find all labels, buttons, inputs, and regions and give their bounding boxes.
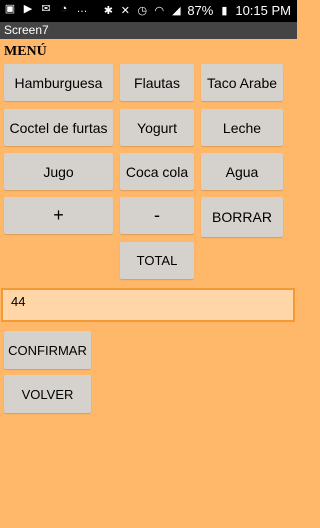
taco-arabe-button[interactable]: Taco Arabe bbox=[201, 64, 283, 101]
menu-label: MENÚ bbox=[4, 44, 47, 59]
signal-icon: ◢ bbox=[172, 4, 181, 17]
minus-button[interactable]: - bbox=[120, 197, 194, 234]
yogurt-button[interactable]: Yogurt bbox=[120, 109, 194, 146]
jugo-button[interactable]: Jugo bbox=[4, 153, 113, 190]
mute-icon: ✕ bbox=[120, 4, 130, 17]
coca-cola-button[interactable]: Coca cola bbox=[120, 153, 194, 190]
plus-button[interactable]: + bbox=[4, 197, 113, 234]
message-icon: ✉ bbox=[41, 3, 51, 15]
app-title-bar: Screen7 bbox=[0, 22, 297, 39]
agua-button[interactable]: Agua bbox=[201, 153, 283, 190]
status-bar: ▣ ▶ ✉ ◔ … ✱ ✕ ◷ ◠ ◢ 87% ▮ 10:15 PM bbox=[0, 0, 297, 22]
confirmar-button[interactable]: CONFIRMAR bbox=[4, 331, 91, 369]
battery-percent: 87% bbox=[187, 3, 214, 18]
clock: 10:15 PM bbox=[235, 3, 291, 18]
leche-button[interactable]: Leche bbox=[201, 109, 283, 146]
battery-icon: ▮ bbox=[221, 4, 228, 17]
coctel-button[interactable]: Coctel de furtas bbox=[4, 109, 113, 146]
flautas-button[interactable]: Flautas bbox=[120, 64, 194, 101]
hamburguesa-button[interactable]: Hamburguesa bbox=[4, 64, 113, 101]
total-button[interactable]: TOTAL bbox=[120, 242, 194, 279]
volver-button[interactable]: VOLVER bbox=[4, 375, 91, 413]
borrar-button[interactable]: BORRAR bbox=[201, 197, 283, 237]
messenger-icon: ◔ bbox=[60, 3, 68, 15]
bluetooth-icon: ✱ bbox=[103, 4, 113, 17]
youtube-icon: ▶ bbox=[23, 3, 33, 15]
alarm-icon: ◷ bbox=[137, 4, 148, 17]
more-icon: … bbox=[76, 3, 88, 15]
total-field[interactable]: 44 bbox=[1, 288, 295, 322]
notification-icon: ▣ bbox=[4, 3, 16, 15]
wifi-icon: ◠ bbox=[154, 4, 165, 17]
